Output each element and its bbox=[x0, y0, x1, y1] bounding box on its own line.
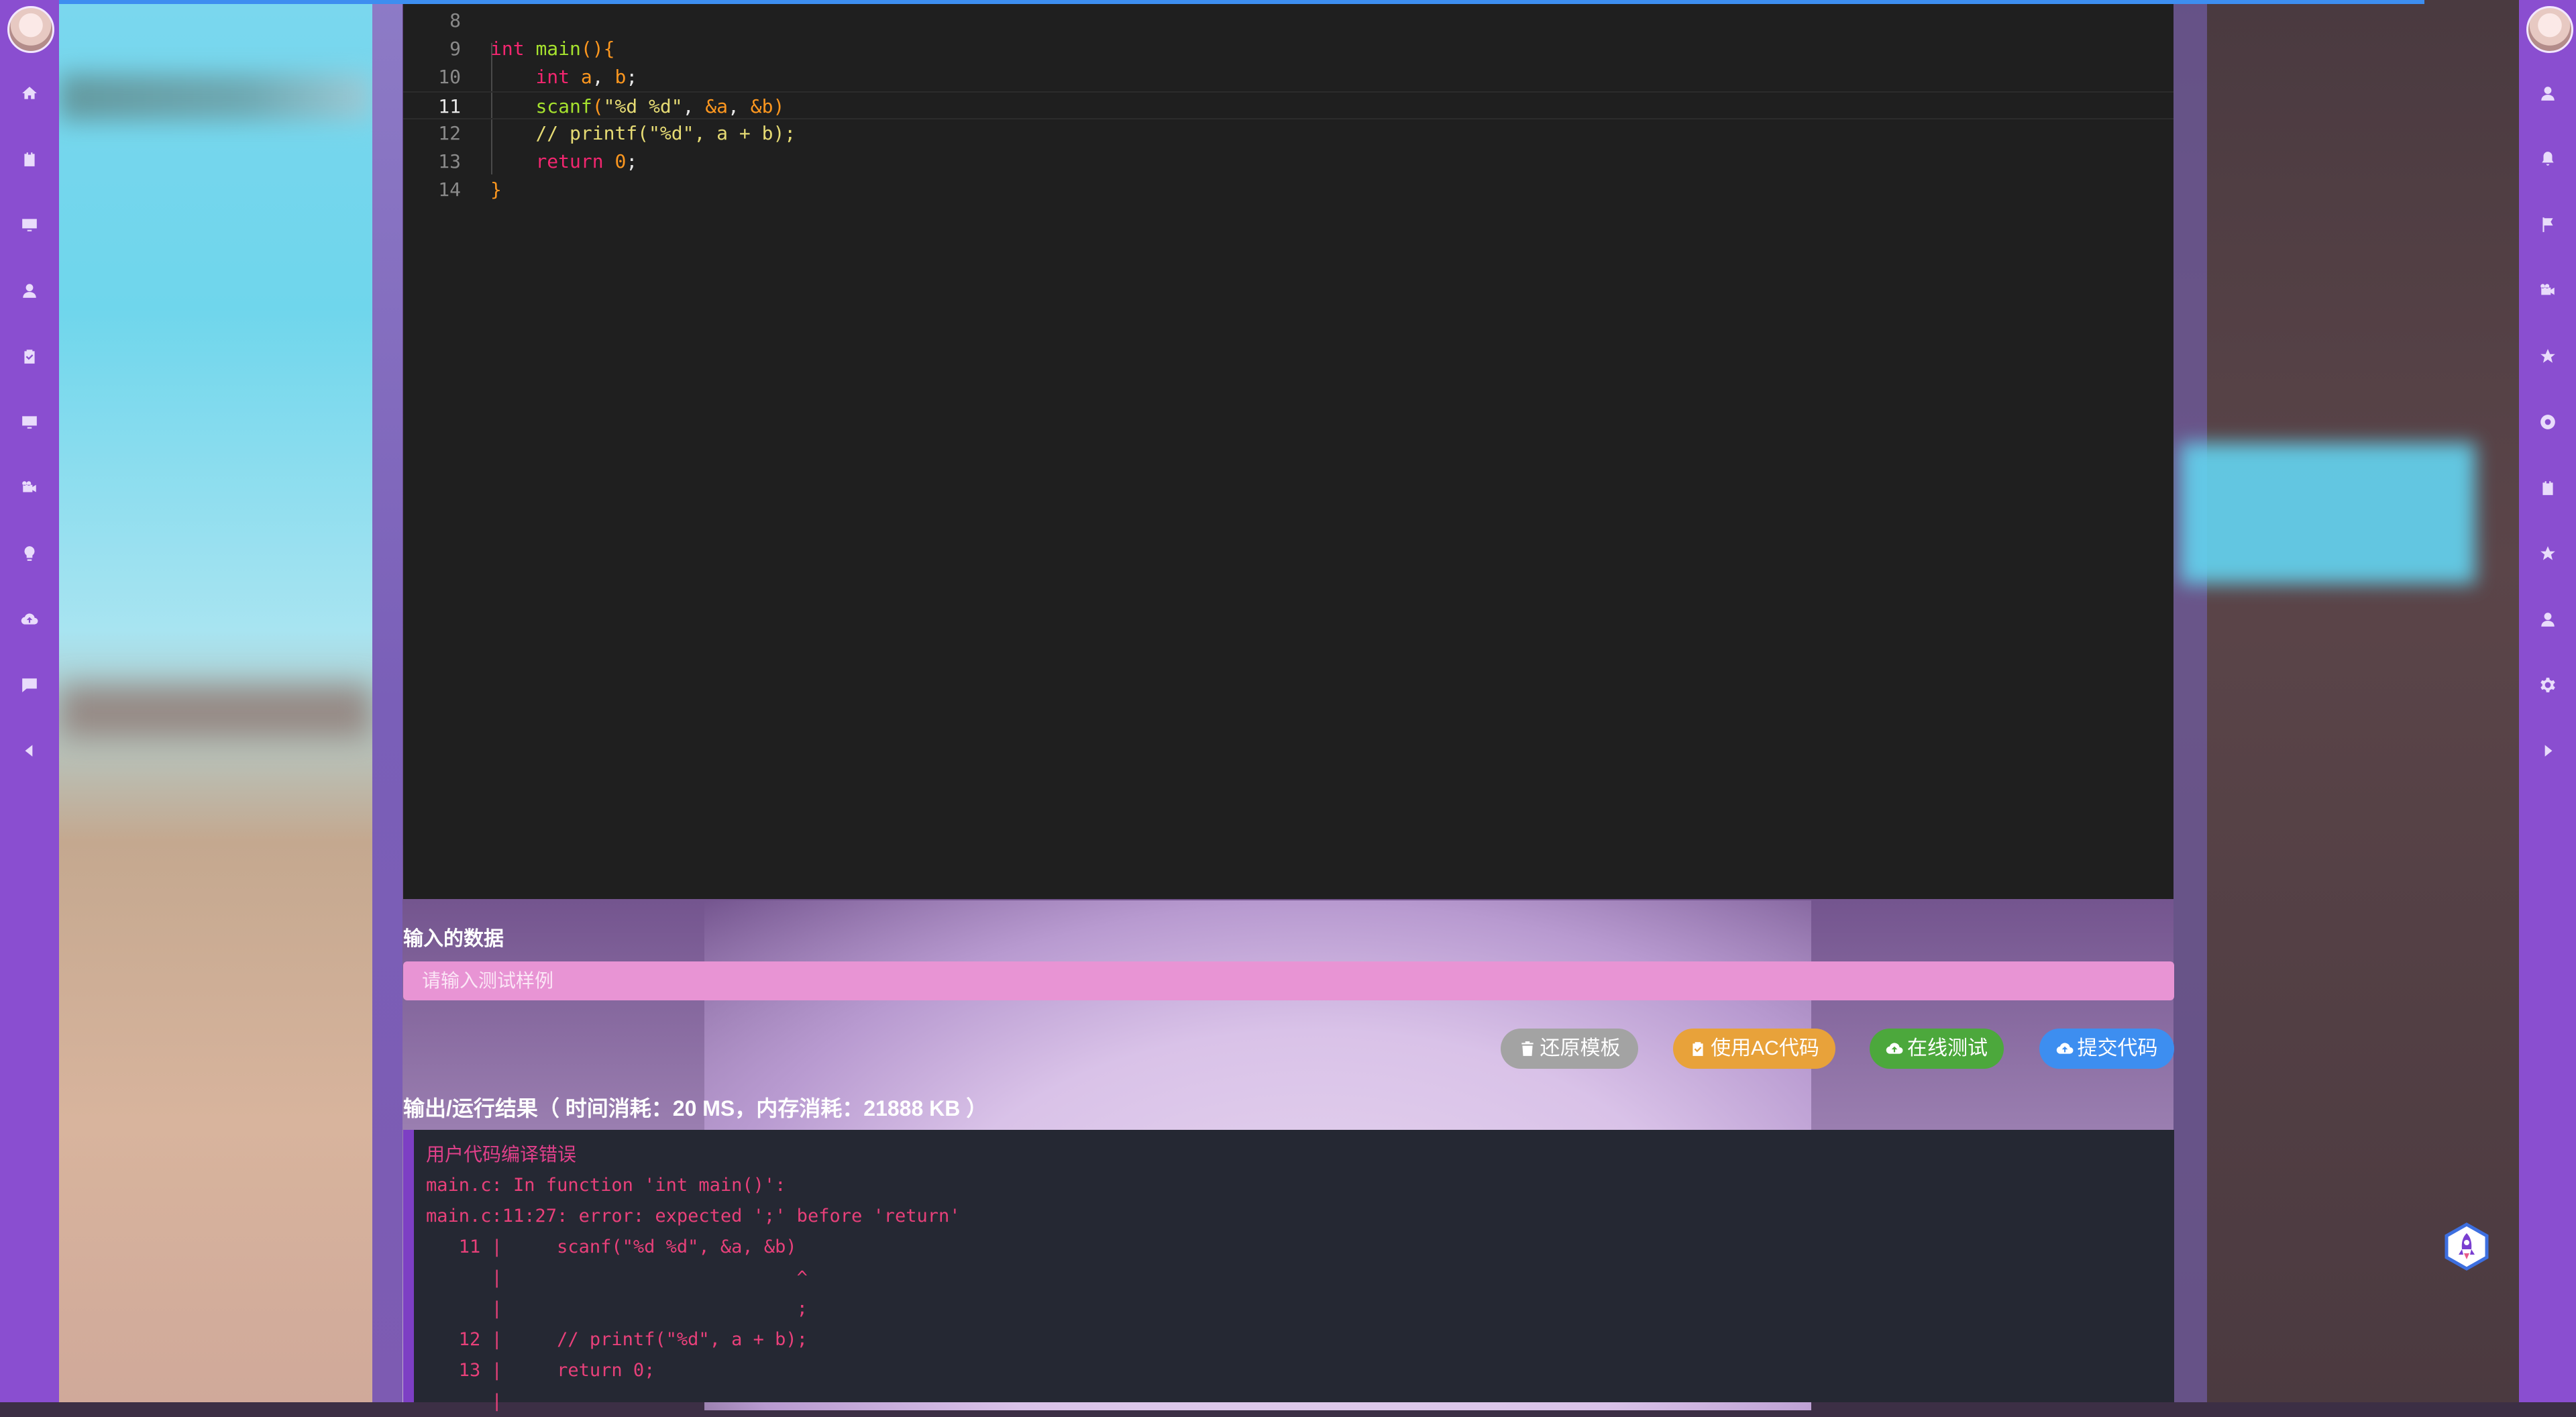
test-input-field[interactable]: 请输入测试样例 bbox=[403, 961, 2174, 1000]
avatar[interactable] bbox=[7, 6, 54, 53]
camera-icon[interactable] bbox=[2538, 280, 2558, 301]
background-detail bbox=[2174, 0, 2207, 1402]
camera-icon[interactable] bbox=[19, 478, 40, 498]
output-line: | bbox=[426, 1391, 502, 1412]
background-image-right bbox=[2174, 0, 2519, 1402]
monitor-icon[interactable] bbox=[19, 215, 40, 235]
cloud-upload-icon bbox=[2056, 1043, 2073, 1054]
line-number: 11 bbox=[438, 95, 461, 117]
line-number: 13 bbox=[438, 150, 461, 172]
code-line[interactable]: 10 int a, b; bbox=[403, 63, 2174, 91]
back-to-top-rocket-button[interactable] bbox=[2443, 1222, 2490, 1271]
gear-icon[interactable] bbox=[2538, 675, 2558, 695]
clipboard-check-icon[interactable] bbox=[19, 346, 40, 366]
code-line[interactable]: 8 bbox=[403, 7, 2174, 35]
lifebuoy-icon[interactable] bbox=[2538, 412, 2558, 432]
line-number: 9 bbox=[449, 38, 461, 60]
background-detail bbox=[59, 74, 372, 121]
code-line[interactable]: 11 scanf("%d %d", &a, &b) bbox=[403, 91, 2174, 119]
clipboard-check-icon bbox=[1693, 1042, 1703, 1056]
output-line: | ^ bbox=[426, 1267, 808, 1288]
caret-right-icon[interactable] bbox=[2538, 741, 2558, 761]
output-line: | ; bbox=[426, 1298, 808, 1319]
code-line[interactable]: 9 int main(){ bbox=[403, 35, 2174, 63]
restore-template-button[interactable]: 还原模板 bbox=[1501, 1029, 1638, 1069]
output-line: main.c: In function 'int main()': bbox=[426, 1175, 786, 1196]
code-text: scanf("%d %d", &a, &b) bbox=[535, 95, 785, 117]
input-data-label: 输入的数据 bbox=[403, 928, 504, 950]
output-line: main.c:11:27: error: expected ';' before… bbox=[426, 1206, 961, 1226]
avatar[interactable] bbox=[2526, 6, 2573, 53]
background-gap bbox=[372, 0, 402, 1402]
submit-code-button[interactable]: 提交代码 bbox=[2039, 1029, 2174, 1069]
output-line: 11 | scanf("%d %d", &a, &b) bbox=[426, 1237, 797, 1257]
output-console: 用户代码编译错误 main.c: In function 'int main()… bbox=[403, 1130, 2174, 1412]
line-number: 8 bbox=[449, 9, 461, 32]
output-result-label: 输出/运行结果（ 时间消耗：20 MS，内存消耗：21888 KB ） bbox=[403, 1096, 988, 1120]
restore-template-label: 还原模板 bbox=[1540, 1037, 1621, 1059]
rocket-icon bbox=[2445, 1222, 2489, 1271]
right-sidebar bbox=[2519, 0, 2576, 1402]
bell-icon[interactable] bbox=[2538, 149, 2558, 169]
left-sidebar bbox=[0, 0, 59, 1402]
clipboard-icon[interactable] bbox=[2538, 478, 2558, 498]
desktop-icon[interactable] bbox=[19, 412, 40, 432]
online-test-button[interactable]: 在线测试 bbox=[1870, 1029, 2004, 1069]
cloud-upload-icon bbox=[1886, 1043, 1903, 1054]
code-line[interactable]: 14} bbox=[403, 176, 2174, 204]
home-icon[interactable] bbox=[19, 83, 40, 103]
code-text: } bbox=[490, 178, 502, 201]
comment-icon[interactable] bbox=[19, 675, 40, 695]
caret-left-icon[interactable] bbox=[19, 741, 40, 761]
code-text: return 0; bbox=[535, 150, 638, 172]
line-number: 12 bbox=[438, 122, 461, 144]
user-icon[interactable] bbox=[2538, 609, 2558, 629]
trash-icon bbox=[1521, 1041, 1534, 1056]
background-detail bbox=[59, 684, 372, 738]
star-icon[interactable] bbox=[2538, 543, 2558, 564]
cloud-upload-icon[interactable] bbox=[19, 609, 40, 629]
user-icon[interactable] bbox=[2538, 83, 2558, 103]
output-line: 13 | return 0; bbox=[426, 1360, 655, 1381]
clipboard-icon[interactable] bbox=[19, 149, 40, 169]
code-line[interactable]: 12 // printf("%d", a + b); bbox=[403, 119, 2174, 148]
flag-icon[interactable] bbox=[2538, 215, 2558, 235]
star-icon[interactable] bbox=[2538, 346, 2558, 366]
use-ac-code-button[interactable]: 使用AC代码 bbox=[1673, 1029, 1835, 1069]
code-text: int a, b; bbox=[535, 66, 638, 88]
line-number: 14 bbox=[438, 178, 461, 201]
code-text: int main(){ bbox=[490, 38, 615, 60]
lightbulb-icon[interactable] bbox=[19, 543, 40, 564]
code-editor[interactable]: 8 9 int main(){10 int a, b; 11 scanf("%d %d… bbox=[403, 4, 2174, 899]
background-detail bbox=[2180, 443, 2475, 584]
submit-code-label: 提交代码 bbox=[2077, 1037, 2158, 1059]
code-line[interactable]: 13 return 0; bbox=[403, 148, 2174, 176]
output-line: 用户代码编译错误 bbox=[426, 1144, 577, 1165]
user-icon[interactable] bbox=[19, 280, 40, 301]
output-line: 12 | // printf("%d", a + b); bbox=[426, 1329, 808, 1350]
line-number: 10 bbox=[438, 66, 461, 88]
code-text: // printf("%d", a + b); bbox=[535, 122, 796, 144]
online-test-label: 在线测试 bbox=[1907, 1037, 1988, 1059]
use-ac-code-label: 使用AC代码 bbox=[1711, 1037, 1819, 1059]
